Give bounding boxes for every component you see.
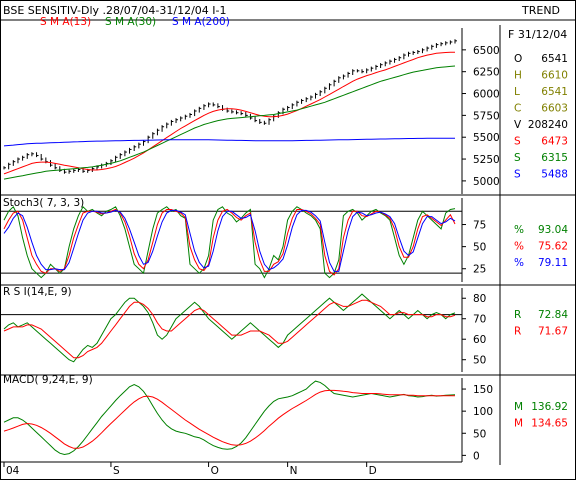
rsi-y-tick-label: 50	[473, 355, 486, 367]
price-y-tick-label: 5500	[473, 132, 500, 144]
price-y-tick-label: 6000	[473, 89, 500, 101]
ohlc-readout-value: 6603	[541, 103, 568, 115]
stoch-readout-key: %	[514, 241, 524, 253]
main-legend: S M A(13) S M A(30) S M A(200)	[40, 16, 230, 28]
macd-readout-key: M	[514, 401, 523, 413]
stoch-title: Stoch3( 7, 3, 3)	[3, 197, 84, 209]
macd-title: MACD( 9,24,E, 9)	[3, 374, 93, 386]
ohlc-readout-key: S	[514, 136, 521, 148]
price-y-tick-label: 5000	[473, 176, 500, 188]
legend-item-2: S M A(200)	[172, 16, 230, 28]
macd-readout-key: M	[514, 418, 523, 430]
stoch-readout-value: 79.11	[538, 257, 568, 269]
stoch-y-tick-label: 25	[473, 264, 486, 276]
x-tick-label: N	[290, 465, 298, 477]
macd-y-tick-label: 150	[473, 384, 493, 396]
stoch-y-tick-label: 50	[473, 242, 486, 254]
rsi-readout-value: 72.84	[538, 309, 568, 321]
price-y-tick-label: 5750	[473, 110, 500, 122]
chart-svg: BSE SENSITIV-Dly .28/07/04-31/12/04 I-1 …	[0, 0, 576, 480]
trend-label: TREND	[521, 4, 560, 17]
chart-root: BSE SENSITIV-Dly .28/07/04-31/12/04 I-1 …	[0, 0, 576, 480]
rsi-y-tick-label: 80	[473, 293, 486, 305]
x-tick-label: S	[113, 465, 120, 477]
ohlc-readout-value: 6541	[541, 53, 568, 65]
ohlc-readout-key: V	[514, 119, 522, 131]
rsi-readout-key: R	[514, 309, 521, 321]
ohlc-readout-key: H	[514, 70, 522, 82]
rsi-title: R S I(14,E, 9)	[3, 286, 72, 298]
legend-item-1: S M A(30)	[105, 16, 156, 28]
rsi-y-tick-label: 70	[473, 314, 486, 326]
rsi-readout-key: R	[514, 326, 521, 338]
date-label: F 31/12/04	[508, 28, 567, 41]
x-tick-label: 04	[6, 465, 20, 477]
macd-readout-value: 134.65	[531, 418, 568, 430]
stoch-readout-value: 93.04	[538, 224, 568, 236]
ohlc-readout-value: 5488	[541, 169, 568, 181]
rsi-readout-value: 71.67	[538, 326, 568, 338]
ohlc-readout-key: C	[514, 103, 521, 115]
ohlc-readout-key: S	[514, 152, 521, 164]
price-y-tick-label: 6250	[473, 67, 500, 79]
stoch-readouts: % 93.04% 75.62% 79.11	[514, 224, 568, 269]
ohlc-readout-value: 6473	[541, 136, 568, 148]
stoch-readout-value: 75.62	[538, 241, 568, 253]
ohlc-readout-key: O	[514, 53, 522, 65]
stoch-readout-key: %	[514, 257, 524, 269]
stoch-readout-key: %	[514, 224, 524, 236]
stoch-y-tick-label: 75	[473, 220, 486, 232]
x-tick-label: D	[369, 465, 377, 477]
ohlc-readout-value: 6315	[541, 152, 568, 164]
legend-item-0: S M A(13)	[40, 16, 91, 28]
macd-y-tick-label: 50	[473, 428, 486, 440]
macd-y-tick-label: 0	[473, 450, 480, 462]
rsi-y-tick-label: 60	[473, 334, 486, 346]
ohlc-readout-value: 6541	[541, 86, 568, 98]
price-y-tick-label: 6500	[473, 45, 500, 57]
macd-y-tick-label: 100	[473, 406, 493, 418]
ohlc-readout-key: S	[514, 169, 521, 181]
macd-readout-value: 136.92	[531, 401, 568, 413]
ohlc-readout-value: 6610	[541, 70, 568, 82]
ohlc-readout-key: L	[514, 86, 520, 98]
x-tick-label: O	[211, 465, 219, 477]
price-y-tick-label: 5250	[473, 154, 500, 166]
ohlc-readout-value: 208240	[528, 119, 568, 131]
